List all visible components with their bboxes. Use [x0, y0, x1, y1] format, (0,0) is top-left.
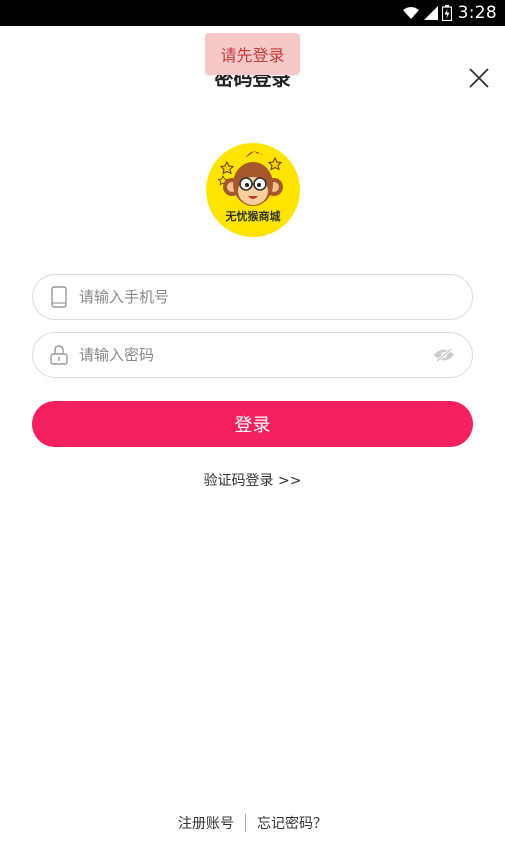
status-bar: 3:28	[0, 0, 505, 26]
monkey-logo-icon: 无忧猴商城	[206, 143, 300, 237]
password-visibility-toggle[interactable]	[430, 343, 458, 367]
password-input[interactable]	[77, 332, 430, 378]
status-time: 3:28	[457, 3, 497, 23]
lock-icon	[47, 343, 71, 367]
phone-input[interactable]	[77, 274, 472, 320]
app-logo: 无忧猴商城	[205, 142, 301, 238]
eye-off-icon	[434, 347, 454, 363]
close-icon	[469, 68, 489, 88]
phone-field[interactable]	[32, 274, 473, 320]
forgot-password-link[interactable]: 忘记密码？	[257, 813, 327, 833]
password-field[interactable]	[32, 332, 473, 378]
status-icons	[402, 5, 452, 21]
sms-login-link[interactable]: 验证码登录 >>	[0, 470, 505, 490]
signal-icon	[423, 6, 438, 20]
login-button[interactable]: 登录	[32, 401, 473, 447]
phone-icon	[47, 285, 71, 309]
footer-divider	[245, 814, 246, 832]
register-link[interactable]: 注册账号	[178, 813, 234, 833]
battery-icon	[441, 5, 452, 21]
close-button[interactable]	[467, 66, 491, 90]
wifi-icon	[402, 7, 419, 19]
footer: 注册账号 忘记密码？	[0, 813, 505, 833]
toast-message: 请先登录	[205, 33, 300, 75]
logo-text: 无忧猴商城	[225, 209, 281, 223]
